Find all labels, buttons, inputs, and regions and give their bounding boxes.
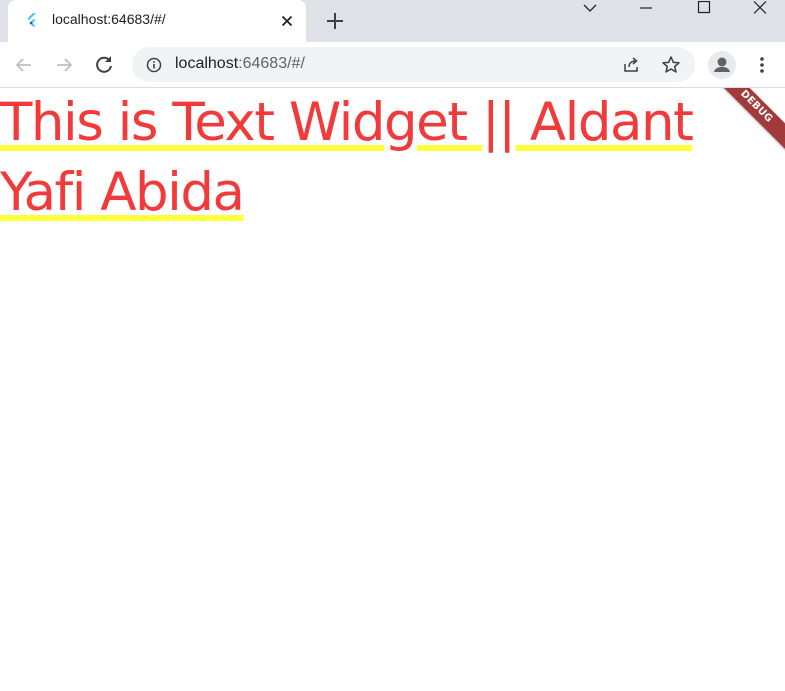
share-icon[interactable] <box>621 55 641 75</box>
page-content: This is Text Widget || Aldant Yafi Abida… <box>0 88 785 691</box>
browser-tab[interactable]: localhost:64683/#/ <box>8 0 306 42</box>
profile-avatar-icon[interactable] <box>708 51 736 79</box>
arrow-right-icon <box>57 58 73 72</box>
arrow-left-icon <box>15 58 31 72</box>
plus-icon <box>327 13 343 29</box>
text-widget: This is Text Widget || Aldant Yafi Abida <box>0 92 694 223</box>
url-text[interactable]: localhost:64683/#/ <box>175 55 305 73</box>
info-icon[interactable] <box>146 57 162 73</box>
back-button[interactable] <box>11 52 37 78</box>
maximize-icon <box>697 1 711 14</box>
browser-window: localhost:64683/#/ localhost:64683/#/ Th… <box>0 0 785 691</box>
close-window-button[interactable] <box>738 0 782 16</box>
close-icon <box>753 1 767 14</box>
chevron-down-icon <box>583 4 597 12</box>
maximize-button[interactable] <box>682 0 726 16</box>
tab-title: localhost:64683/#/ <box>52 11 166 27</box>
url-port-path: :64683/#/ <box>238 55 305 72</box>
reload-button[interactable] <box>91 52 117 78</box>
minimize-icon <box>640 7 652 9</box>
star-icon[interactable] <box>661 55 681 75</box>
tab-search-button[interactable] <box>568 0 612 16</box>
close-icon[interactable] <box>278 12 296 30</box>
new-tab-button[interactable] <box>320 6 350 36</box>
url-host: localhost <box>175 55 239 72</box>
flutter-logo-icon <box>24 12 40 28</box>
minimize-button[interactable] <box>624 0 668 16</box>
address-bar[interactable]: localhost:64683/#/ <box>132 47 695 82</box>
forward-button[interactable] <box>51 52 77 78</box>
kebab-menu-icon[interactable] <box>752 52 772 78</box>
tab-strip: localhost:64683/#/ <box>0 0 785 42</box>
reload-icon <box>96 56 112 73</box>
browser-toolbar: localhost:64683/#/ <box>0 42 785 88</box>
